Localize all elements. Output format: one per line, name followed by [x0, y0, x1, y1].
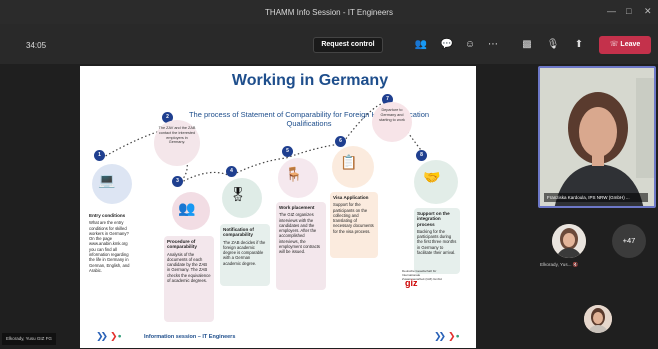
self-avatar[interactable]: [584, 305, 612, 333]
checklist-icon: 📋: [340, 154, 358, 170]
giz-logo: giz: [405, 278, 418, 288]
step-body: Analysis of the documents of each candid…: [167, 251, 211, 284]
footer-text: Information session – IT Engineers: [144, 334, 236, 340]
more-participants-badge[interactable]: +47: [612, 224, 646, 258]
step-note: The ZAV and the ZAB contact the interest…: [158, 126, 196, 145]
phone-icon: ☏: [609, 41, 619, 48]
step-body: Backing for the participants during the …: [417, 228, 457, 256]
participant-name-text: Elkorady, Yus...: [540, 262, 572, 267]
reactions-icon[interactable]: ☺: [463, 38, 477, 52]
meeting-toolbar: 34:05 Request control 👥 💬 ☺ ⋯ ▩ 🎙 ⬆ ☏ Le…: [0, 24, 658, 64]
step-heading: Support on the integration process: [417, 211, 450, 227]
step-heading: Visa Application: [333, 195, 369, 200]
certificate-icon: 🎖: [229, 186, 247, 202]
maximize-icon[interactable]: □: [626, 6, 631, 16]
step-1-card: Entry conditions What are the entry cond…: [86, 210, 134, 294]
meeting-timer: 34:05: [26, 41, 47, 50]
participant-name: Elkorady, Yus... 🔇: [540, 262, 579, 268]
presentation-slide: Working in Germany The process of Statem…: [80, 66, 476, 348]
leave-button[interactable]: ☏ Leave: [599, 36, 651, 54]
step-number: 6: [335, 136, 346, 147]
step-body: The ZAB decides if the foreign academic …: [223, 239, 266, 266]
step-body: The GIZ organizes interviews with the ca…: [279, 212, 320, 255]
step-heading: Entry conditions: [89, 213, 126, 218]
step-number: 1: [94, 150, 105, 161]
handshake-icon: 🤝: [423, 169, 441, 185]
speaker-person-image: [540, 68, 654, 206]
slide-title: Working in Germany: [231, 72, 389, 89]
speaker-video[interactable]: Franziska Kardoula, IPS NRW (GmbH) ...: [538, 66, 656, 208]
team-meeting-icon: 👥: [178, 200, 196, 216]
mic-off-icon: 🔇: [572, 262, 579, 267]
step-heading: Procedure of comparability: [167, 239, 197, 250]
step-4-card: Notification of comparability The ZAB de…: [220, 224, 270, 286]
participant-avatar[interactable]: [552, 224, 586, 258]
self-name-label: Elkorady, Yusu GIZ FG: [2, 333, 56, 345]
mic-off-icon[interactable]: 🎙: [546, 38, 560, 52]
participant-photo: [552, 224, 586, 258]
interview-desk-icon: 🪑: [285, 166, 303, 182]
share-icon[interactable]: ⬆: [572, 38, 586, 52]
step-5-card: Work placement The GIZ organizes intervi…: [276, 202, 326, 290]
chevron-right-icon: ❯❯: [96, 331, 108, 341]
laptop-icon: 💻: [98, 172, 116, 188]
self-photo: [584, 305, 612, 333]
participants-icon[interactable]: 👥: [414, 38, 428, 52]
chat-icon[interactable]: 💬: [440, 38, 454, 52]
more-options-icon[interactable]: ⋯: [486, 38, 500, 52]
request-control-button[interactable]: Request control: [313, 37, 383, 53]
minimize-icon[interactable]: —: [607, 6, 616, 16]
step-8-card: Support on the integration process Backi…: [414, 208, 460, 274]
shared-screen: Working in Germany The process of Statem…: [10, 64, 534, 348]
close-icon[interactable]: ✕: [644, 6, 652, 17]
step-6-card: Visa Application Support for the partici…: [330, 192, 378, 258]
step-heading: Notification of comparability: [223, 227, 254, 238]
step-number: 8: [416, 150, 427, 161]
participants-panel: Franziska Kardoula, IPS NRW (GmbH) ... +…: [536, 64, 658, 349]
leave-label: Leave: [620, 41, 641, 48]
window-title: THAMM Info Session - IT Engineers: [265, 8, 393, 17]
speaker-name: Franziska Kardoula, IPS NRW (GmbH) ...: [544, 193, 648, 202]
slide-footer: ❯❯ ❯ •• Information session – IT Enginee…: [80, 326, 476, 348]
step-number: 3: [172, 176, 183, 187]
step-body: Support for the participants on the coll…: [333, 202, 374, 234]
step-body: What are the entry conditions for skille…: [89, 220, 130, 273]
chevron-right-icon: ❯: [448, 331, 455, 341]
step-number: 5: [282, 146, 293, 157]
step-heading: Work placement: [279, 205, 315, 210]
window-titlebar: THAMM Info Session - IT Engineers — □ ✕: [0, 0, 658, 24]
step-3-card: Procedure of comparability Analysis of t…: [164, 236, 214, 322]
camera-off-icon[interactable]: ▩: [520, 38, 534, 52]
chevron-right-icon: ❯: [110, 331, 117, 341]
chevron-right-icon: ❯❯: [434, 331, 446, 341]
step-number: 4: [226, 166, 237, 177]
step-note: Departure to Germany and starting to wor…: [379, 108, 405, 122]
